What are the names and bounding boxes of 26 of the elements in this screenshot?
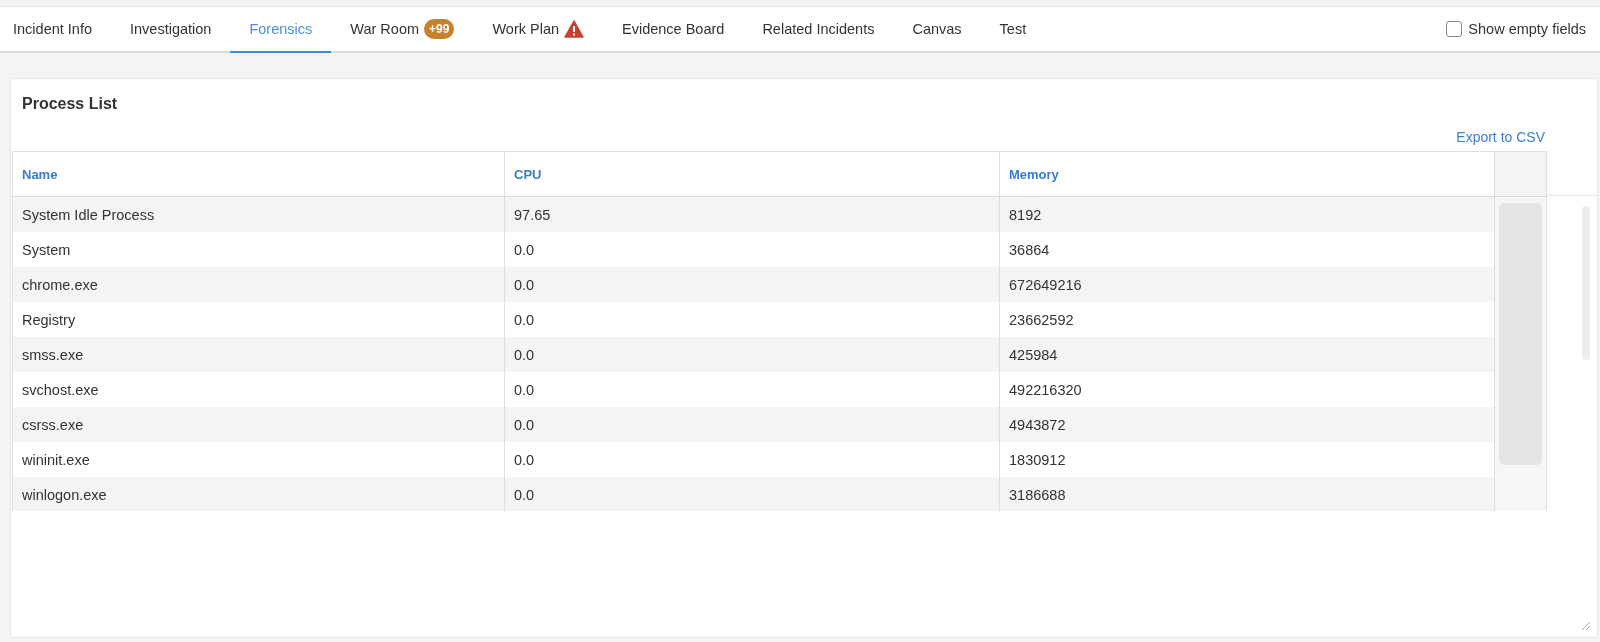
tab[interactable]: Canvas (893, 7, 981, 53)
table-cell: smss.exe (13, 337, 505, 372)
table-cell: 0.0 (505, 407, 1000, 442)
checkbox[interactable] (1446, 21, 1463, 37)
tab[interactable]: Test (980, 7, 1046, 53)
table-cell: winlogon.exe (13, 477, 505, 511)
table-cell: 97.65 (505, 197, 1000, 232)
table-cell: chrome.exe (13, 267, 505, 302)
export-link[interactable]: Export to CSV (1456, 129, 1545, 147)
checkbox-label: Show empty fields (1468, 21, 1586, 37)
table-cell: System Idle Process (13, 197, 505, 232)
count-badge: +99 (424, 19, 455, 39)
tab[interactable]: War Room +99 (331, 7, 474, 53)
table-cell: 0.0 (505, 337, 1000, 372)
tab[interactable]: Investigation (111, 7, 231, 53)
table-cell: 0.0 (505, 477, 1000, 511)
table-cell: 0.0 (505, 267, 1000, 302)
panel-title: Process List (21, 94, 119, 114)
tab[interactable]: Incident Info (0, 7, 111, 53)
resize-handle-icon[interactable] (1581, 621, 1591, 631)
tab[interactable]: Work Plan (473, 7, 603, 53)
table-cell: csrss.exe (13, 407, 505, 442)
column-header[interactable]: Name (13, 152, 505, 196)
tab[interactable]: Evidence Board (603, 7, 744, 53)
tab[interactable]: Related Incidents (743, 7, 894, 53)
column-header[interactable]: CPU (505, 152, 1000, 196)
